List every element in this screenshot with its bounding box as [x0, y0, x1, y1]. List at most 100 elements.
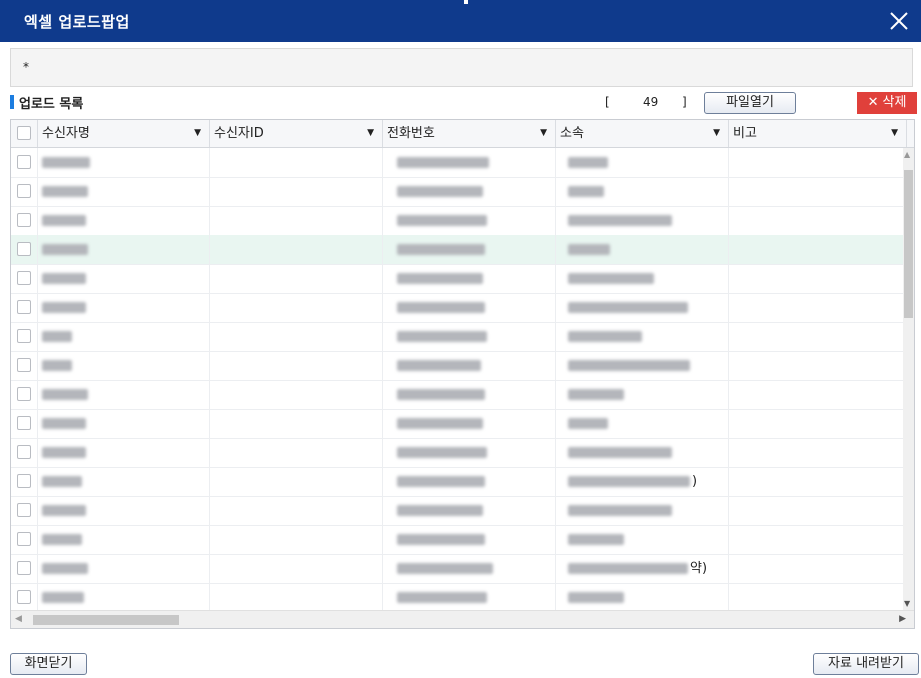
- row-checkbox[interactable]: [17, 503, 31, 517]
- name-cell: [38, 525, 210, 554]
- row-checkbox[interactable]: [17, 561, 31, 575]
- delete-button[interactable]: ✕ 삭제: [857, 92, 917, 114]
- header-name[interactable]: 수신자명 ▼: [38, 120, 210, 147]
- row-checkbox[interactable]: [17, 155, 31, 169]
- row-checkbox[interactable]: [17, 445, 31, 459]
- note-cell: [729, 264, 907, 293]
- table-row[interactable]: [11, 496, 907, 526]
- table-row[interactable]: [11, 380, 907, 410]
- row-checkbox[interactable]: [17, 532, 31, 546]
- vertical-scrollbar[interactable]: ▲ ▼: [903, 148, 914, 610]
- row-select-cell: [11, 177, 38, 206]
- info-note: *: [23, 60, 29, 74]
- row-select-cell: [11, 206, 38, 235]
- id-cell: [210, 264, 383, 293]
- row-checkbox[interactable]: [17, 416, 31, 430]
- scroll-left-icon[interactable]: ◀: [15, 614, 22, 624]
- id-cell: [210, 351, 383, 380]
- name-cell: [38, 206, 210, 235]
- table-row[interactable]: [11, 206, 907, 236]
- row-checkbox[interactable]: [17, 271, 31, 285]
- table-row[interactable]: [11, 351, 907, 381]
- name-cell: [38, 351, 210, 380]
- redacted-name: [42, 186, 88, 197]
- horizontal-scrollbar[interactable]: ◀ ▶: [11, 610, 914, 628]
- row-checkbox[interactable]: [17, 590, 31, 604]
- redacted-phone: [397, 273, 483, 284]
- row-checkbox[interactable]: [17, 329, 31, 343]
- row-checkbox[interactable]: [17, 358, 31, 372]
- sort-arrow-icon[interactable]: ▼: [891, 120, 898, 147]
- table-row[interactable]: [11, 148, 907, 178]
- org-cell: [556, 409, 729, 438]
- org-cell: [556, 148, 729, 177]
- row-checkbox[interactable]: [17, 300, 31, 314]
- table-row[interactable]: 약): [11, 554, 907, 584]
- row-select-cell: [11, 293, 38, 322]
- sort-arrow-icon[interactable]: ▼: [194, 120, 201, 147]
- redacted-name: [42, 389, 88, 400]
- table-row[interactable]: [11, 525, 907, 555]
- org-cell: 약): [556, 554, 729, 583]
- row-select-cell: [11, 264, 38, 293]
- header-phone[interactable]: 전화번호 ▼: [383, 120, 556, 147]
- open-file-button[interactable]: 파일열기: [704, 92, 796, 114]
- org-cell: [556, 206, 729, 235]
- row-checkbox[interactable]: [17, 387, 31, 401]
- org-cell: [556, 235, 729, 264]
- table-row[interactable]: [11, 177, 907, 207]
- row-checkbox[interactable]: [17, 474, 31, 488]
- redacted-org: [568, 505, 672, 516]
- close-icon[interactable]: [883, 5, 915, 37]
- table-row[interactable]: [11, 438, 907, 468]
- redacted-name: [42, 331, 72, 342]
- horizontal-scroll-thumb[interactable]: [33, 615, 179, 625]
- phone-cell: [383, 264, 556, 293]
- header-org-label: 소속: [560, 126, 584, 141]
- table-row[interactable]: [11, 322, 907, 352]
- name-cell: [38, 264, 210, 293]
- header-note[interactable]: 비고 ▼: [729, 120, 907, 147]
- redacted-org: [568, 534, 624, 545]
- redacted-name: [42, 215, 86, 226]
- select-all-checkbox[interactable]: [17, 126, 31, 140]
- table-row[interactable]: ): [11, 467, 907, 497]
- phone-cell: [383, 235, 556, 264]
- table-row[interactable]: [11, 409, 907, 439]
- org-cell: [556, 438, 729, 467]
- header-id-label: 수신자ID: [214, 126, 264, 141]
- org-cell: [556, 496, 729, 525]
- scroll-down-icon[interactable]: ▼: [904, 599, 910, 608]
- org-cell: [556, 177, 729, 206]
- header-id[interactable]: 수신자ID ▼: [210, 120, 383, 147]
- scroll-right-icon[interactable]: ▶: [899, 614, 906, 624]
- row-select-cell: [11, 467, 38, 496]
- row-checkbox[interactable]: [17, 184, 31, 198]
- sort-arrow-icon[interactable]: ▼: [367, 120, 374, 147]
- phone-cell: [383, 525, 556, 554]
- close-screen-button[interactable]: 화면닫기: [10, 653, 87, 675]
- row-checkbox[interactable]: [17, 242, 31, 256]
- vertical-scroll-thumb[interactable]: [904, 170, 913, 318]
- redacted-phone: [397, 418, 483, 429]
- table-row[interactable]: [11, 235, 907, 265]
- table-row[interactable]: [11, 293, 907, 323]
- redacted-org: [568, 273, 654, 284]
- org-cell: [556, 525, 729, 554]
- table-row[interactable]: [11, 264, 907, 294]
- redacted-phone: [397, 447, 487, 458]
- download-button[interactable]: 자료 내려받기: [813, 653, 919, 675]
- header-org[interactable]: 소속 ▼: [556, 120, 729, 147]
- scroll-up-icon[interactable]: ▲: [904, 150, 910, 159]
- sort-arrow-icon[interactable]: ▼: [713, 120, 720, 147]
- note-cell: [729, 496, 907, 525]
- row-checkbox[interactable]: [17, 213, 31, 227]
- redacted-org: [568, 447, 672, 458]
- redacted-org: [568, 360, 690, 371]
- sort-arrow-icon[interactable]: ▼: [540, 120, 547, 147]
- redacted-phone: [397, 592, 487, 603]
- redacted-name: [42, 534, 82, 545]
- redacted-org: [568, 389, 624, 400]
- table-row[interactable]: [11, 583, 907, 610]
- id-cell: [210, 148, 383, 177]
